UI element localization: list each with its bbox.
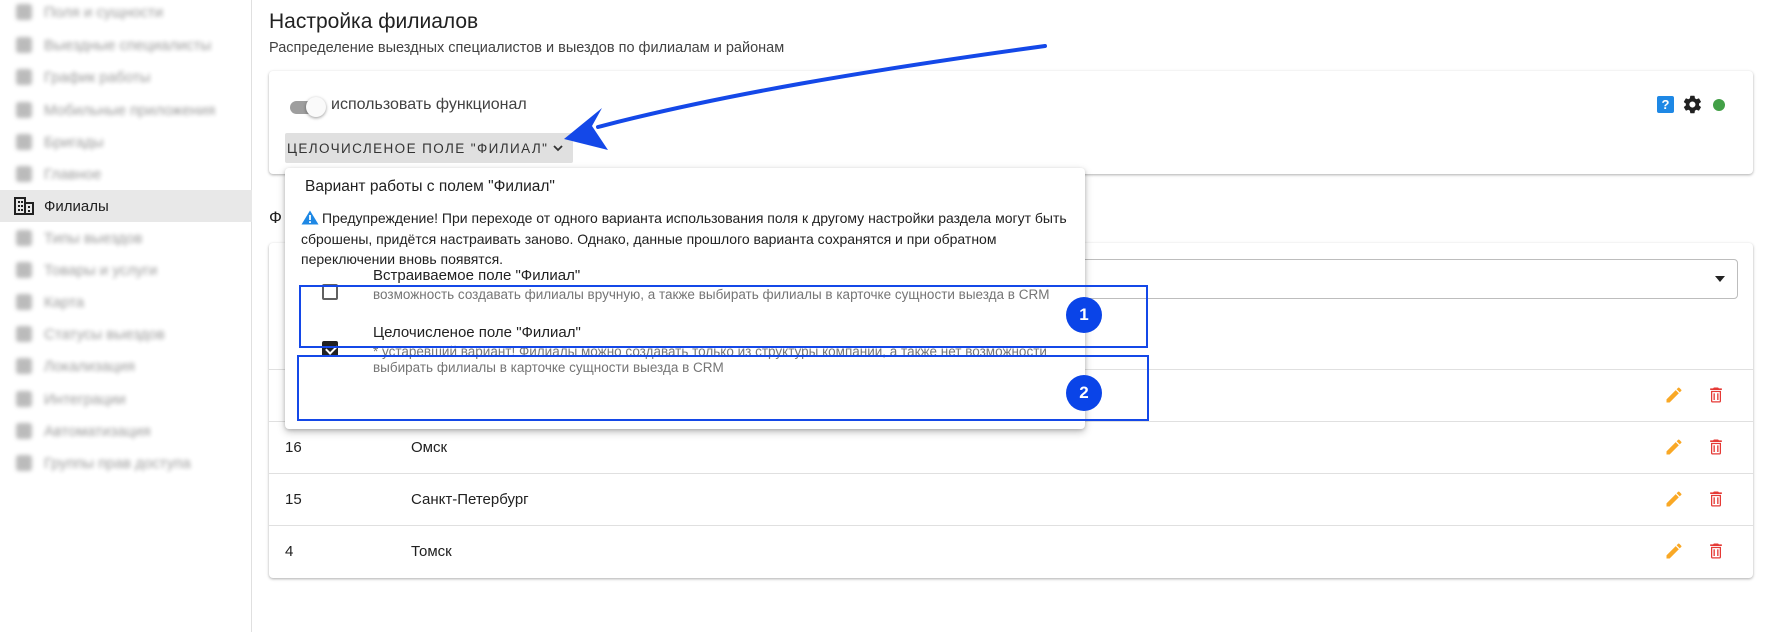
feature-toggle[interactable]: [288, 95, 326, 119]
delete-icon[interactable]: [1706, 437, 1726, 457]
table-row: 15 Санкт-Петербург: [269, 473, 1753, 525]
menu-title: Вариант работы с полем "Филиал": [305, 178, 555, 195]
star-icon: [14, 164, 34, 184]
page-subtitle: Распределение выездных специалистов и вы…: [269, 40, 785, 56]
building-icon: [14, 196, 34, 216]
sidebar-item-products[interactable]: Товары и услуги: [0, 254, 252, 286]
delete-icon[interactable]: [1706, 385, 1726, 405]
box-icon: [14, 260, 34, 280]
sidebar-item-integrations[interactable]: Интеграции: [0, 383, 252, 415]
truck-icon: [14, 132, 34, 152]
filter-select[interactable]: [1050, 259, 1738, 299]
sidebar-item-label: Статусы выездов: [44, 325, 165, 343]
gear-icon: [14, 2, 34, 22]
row-id: 4: [285, 543, 294, 560]
sidebar-item-label: Филиалы: [44, 197, 109, 215]
row-name: Омск: [411, 439, 448, 456]
chevron-down-icon: [553, 141, 563, 155]
field-mode-button-label: ЦЕЛОЧИСЛЕНОЕ ПОЛЕ "ФИЛИАЛ": [287, 140, 549, 156]
map-icon: [14, 292, 34, 312]
sidebar-item-localization[interactable]: Локализация: [0, 350, 252, 382]
section-title: Ф: [269, 208, 282, 227]
edit-icon[interactable]: [1664, 541, 1684, 561]
sidebar-item-branches[interactable]: Филиалы: [0, 190, 252, 222]
page-title: Настройка филиалов: [269, 10, 479, 33]
edit-icon[interactable]: [1664, 489, 1684, 509]
automation-icon: [14, 421, 34, 441]
row-id: 16: [285, 439, 302, 456]
delete-icon[interactable]: [1706, 541, 1726, 561]
gear-icon[interactable]: [1682, 94, 1703, 115]
row-name: Санкт-Петербург: [411, 491, 529, 508]
person-icon: [14, 35, 34, 55]
sidebar-item-label: Автоматизация: [44, 422, 151, 440]
language-icon: [14, 356, 34, 376]
sidebar-item-label: Локализация: [44, 357, 135, 375]
sidebar-item-schedule[interactable]: График работы: [0, 61, 252, 93]
sidebar-item-label: Главное: [44, 165, 102, 183]
edit-icon[interactable]: [1664, 385, 1684, 405]
sidebar-item-access-groups[interactable]: Группы прав доступа: [0, 447, 252, 479]
sidebar-item-label: Поля и сущности: [44, 3, 164, 21]
sidebar-item-main[interactable]: Главное: [0, 158, 252, 190]
annotation-box-1: [299, 285, 1148, 348]
calendar-icon: [14, 67, 34, 87]
sidebar-item-mobile[interactable]: Мобильные приложения: [0, 94, 252, 126]
edit-icon[interactable]: [1664, 437, 1684, 457]
sidebar-item-visit-types[interactable]: Типы выездов: [0, 222, 252, 254]
option-title: Встраиваемое поле "Филиал": [373, 267, 581, 284]
sidebar-item-label: Выездные специалисты: [44, 36, 212, 54]
sidebar-item-label: Товары и услуги: [44, 261, 158, 279]
dropdown-arrow-icon: [1715, 276, 1725, 282]
sidebar-item-label: График работы: [44, 68, 151, 86]
annotation-badge-2: 2: [1066, 375, 1102, 411]
sidebar-item-label: Бригады: [44, 133, 104, 151]
sidebar-item-brigades[interactable]: Бригады: [0, 126, 252, 158]
annotation-box-2: [297, 355, 1149, 421]
warning-text: Предупреждение! При переходе от одного в…: [301, 208, 1071, 270]
row-name: Томск: [411, 543, 452, 560]
integration-icon: [14, 389, 34, 409]
sidebar-item-label: Интеграции: [44, 390, 126, 408]
sidebar-item-statuses[interactable]: Статусы выездов: [0, 318, 252, 350]
sidebar-item-label: Мобильные приложения: [44, 101, 216, 119]
status-indicator: [1713, 99, 1725, 111]
sidebar-item-label: Карта: [44, 293, 85, 311]
list-icon: [14, 228, 34, 248]
delete-icon[interactable]: [1706, 489, 1726, 509]
warning-message: Предупреждение! При переходе от одного в…: [301, 210, 1067, 267]
feature-toggle-label: использовать функционал: [331, 96, 527, 113]
sidebar: Поля и сущности Выездные специалисты Гра…: [0, 0, 252, 632]
phone-icon: [14, 100, 34, 120]
sidebar-item-automation[interactable]: Автоматизация: [0, 415, 252, 447]
sidebar-item-label: Типы выездов: [44, 229, 143, 247]
status-icon: [14, 324, 34, 344]
sidebar-item-specialists[interactable]: Выездные специалисты: [0, 29, 252, 61]
toggle-knob: [306, 97, 326, 117]
sidebar-item-map[interactable]: Карта: [0, 286, 252, 318]
sidebar-item-label: Группы прав доступа: [44, 454, 191, 472]
annotation-badge-1: 1: [1066, 297, 1102, 333]
warning-icon: [301, 210, 319, 225]
field-mode-button[interactable]: ЦЕЛОЧИСЛЕНОЕ ПОЛЕ "ФИЛИАЛ": [285, 133, 573, 163]
sidebar-item-fields[interactable]: Поля и сущности: [0, 0, 252, 28]
shield-icon: [14, 453, 34, 473]
help-icon[interactable]: ?: [1657, 96, 1674, 113]
row-id: 15: [285, 491, 302, 508]
table-row: 4 Томск: [269, 525, 1753, 577]
